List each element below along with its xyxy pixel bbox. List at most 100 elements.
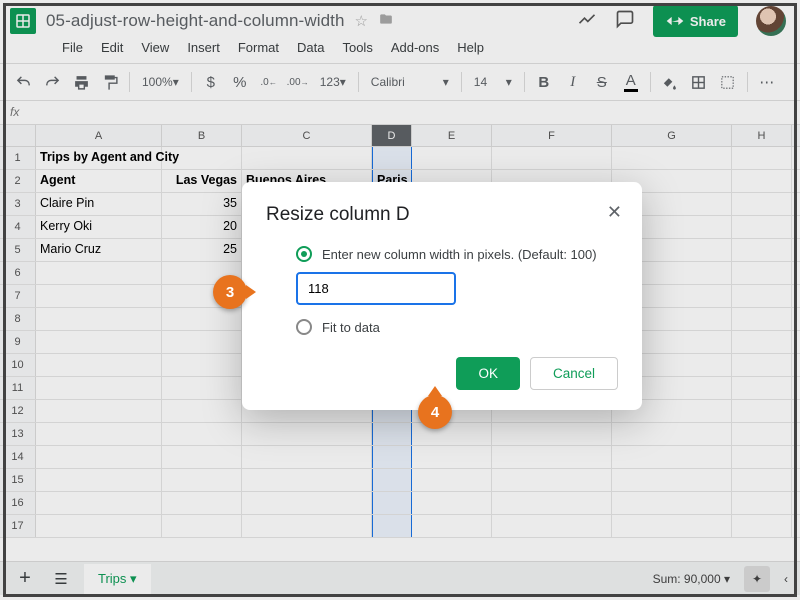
cell[interactable] — [732, 515, 792, 537]
cell[interactable] — [162, 492, 242, 514]
menu-help[interactable]: Help — [449, 36, 492, 59]
menu-data[interactable]: Data — [289, 36, 332, 59]
row-header[interactable]: 5 — [0, 239, 36, 261]
strikethrough-button[interactable]: S — [589, 69, 615, 95]
cell[interactable] — [412, 492, 492, 514]
format-currency-button[interactable]: $ — [198, 69, 224, 95]
borders-button[interactable] — [686, 69, 712, 95]
cell[interactable] — [36, 515, 162, 537]
column-header[interactable]: G — [612, 125, 732, 146]
cell[interactable] — [242, 492, 372, 514]
undo-button[interactable] — [10, 69, 36, 95]
cell[interactable] — [412, 423, 492, 445]
cell[interactable] — [162, 469, 242, 491]
column-header[interactable]: B — [162, 125, 242, 146]
cell[interactable] — [242, 469, 372, 491]
menu-edit[interactable]: Edit — [93, 36, 131, 59]
radio-fit-to-data[interactable]: Fit to data — [296, 319, 618, 335]
font-size-select[interactable]: 14 ▾ — [468, 69, 518, 95]
cell[interactable] — [732, 469, 792, 491]
cell[interactable]: Kerry Oki — [36, 216, 162, 238]
cell[interactable] — [612, 469, 732, 491]
row-header[interactable]: 8 — [0, 308, 36, 330]
cell[interactable]: 35 — [162, 193, 242, 215]
cell[interactable] — [36, 492, 162, 514]
cell[interactable] — [242, 423, 372, 445]
cell[interactable] — [242, 446, 372, 468]
column-header[interactable]: A — [36, 125, 162, 146]
cell[interactable] — [732, 170, 792, 192]
dialog-close-button[interactable]: ✕ — [607, 202, 622, 223]
row-header[interactable]: 7 — [0, 285, 36, 307]
cell[interactable] — [162, 446, 242, 468]
row-header[interactable]: 17 — [0, 515, 36, 537]
row-header[interactable]: 14 — [0, 446, 36, 468]
fill-color-button[interactable] — [657, 69, 683, 95]
cell[interactable] — [612, 515, 732, 537]
cell[interactable] — [732, 285, 792, 307]
cell[interactable] — [732, 239, 792, 261]
cell[interactable] — [732, 377, 792, 399]
side-panel-toggle[interactable]: ‹ — [784, 572, 788, 586]
comments-icon[interactable] — [615, 9, 635, 34]
column-header[interactable]: D — [372, 125, 412, 146]
star-icon[interactable]: ☆ — [355, 12, 368, 30]
format-percent-button[interactable]: % — [227, 69, 253, 95]
row-header[interactable]: 2 — [0, 170, 36, 192]
row-header[interactable]: 12 — [0, 400, 36, 422]
row-header[interactable]: 9 — [0, 331, 36, 353]
row-header[interactable]: 11 — [0, 377, 36, 399]
italic-button[interactable]: I — [560, 69, 586, 95]
cell[interactable] — [492, 147, 612, 169]
text-color-button[interactable]: A — [618, 69, 644, 95]
column-header[interactable]: H — [732, 125, 792, 146]
cell[interactable]: Agent — [36, 170, 162, 192]
cancel-button[interactable]: Cancel — [530, 357, 618, 390]
cell[interactable] — [732, 354, 792, 376]
cell[interactable]: Trips by Agent and City — [36, 147, 162, 169]
cell[interactable]: Las Vegas — [162, 170, 242, 192]
cell[interactable] — [372, 469, 412, 491]
formula-bar[interactable]: fx — [0, 101, 800, 125]
radio-enter-width[interactable]: Enter new column width in pixels. (Defau… — [296, 246, 618, 262]
more-toolbar-button[interactable]: ⋯ — [754, 69, 780, 95]
cell[interactable] — [162, 308, 242, 330]
cell[interactable] — [412, 515, 492, 537]
cell[interactable] — [732, 147, 792, 169]
cell[interactable] — [242, 515, 372, 537]
print-button[interactable] — [68, 69, 94, 95]
cell[interactable]: 25 — [162, 239, 242, 261]
more-formats-button[interactable]: 123▾ — [314, 69, 352, 95]
cell[interactable] — [732, 331, 792, 353]
cell[interactable] — [162, 331, 242, 353]
row-header[interactable]: 15 — [0, 469, 36, 491]
cell[interactable] — [242, 147, 372, 169]
column-header[interactable]: F — [492, 125, 612, 146]
cell[interactable] — [162, 354, 242, 376]
cell[interactable] — [36, 446, 162, 468]
cell[interactable]: Claire Pin — [36, 193, 162, 215]
bold-button[interactable]: B — [531, 69, 557, 95]
cell[interactable] — [36, 262, 162, 284]
cell[interactable] — [412, 469, 492, 491]
row-header[interactable]: 4 — [0, 216, 36, 238]
explore-button[interactable]: ✦ — [744, 566, 770, 592]
cell[interactable] — [732, 400, 792, 422]
cell[interactable] — [412, 147, 492, 169]
cell[interactable] — [732, 308, 792, 330]
cell[interactable] — [612, 423, 732, 445]
menu-file[interactable]: File — [54, 36, 91, 59]
cell[interactable] — [492, 446, 612, 468]
row-header[interactable]: 10 — [0, 354, 36, 376]
cell[interactable] — [732, 216, 792, 238]
share-button[interactable]: Share — [653, 5, 738, 37]
increase-decimal-button[interactable]: .00→ — [285, 69, 311, 95]
cell[interactable] — [372, 515, 412, 537]
account-avatar[interactable] — [756, 6, 786, 36]
cell[interactable] — [36, 308, 162, 330]
status-sum[interactable]: Sum: 90,000 ▾ — [653, 572, 730, 586]
cell[interactable] — [612, 446, 732, 468]
cell[interactable] — [162, 377, 242, 399]
cell[interactable] — [372, 492, 412, 514]
cell[interactable] — [162, 423, 242, 445]
